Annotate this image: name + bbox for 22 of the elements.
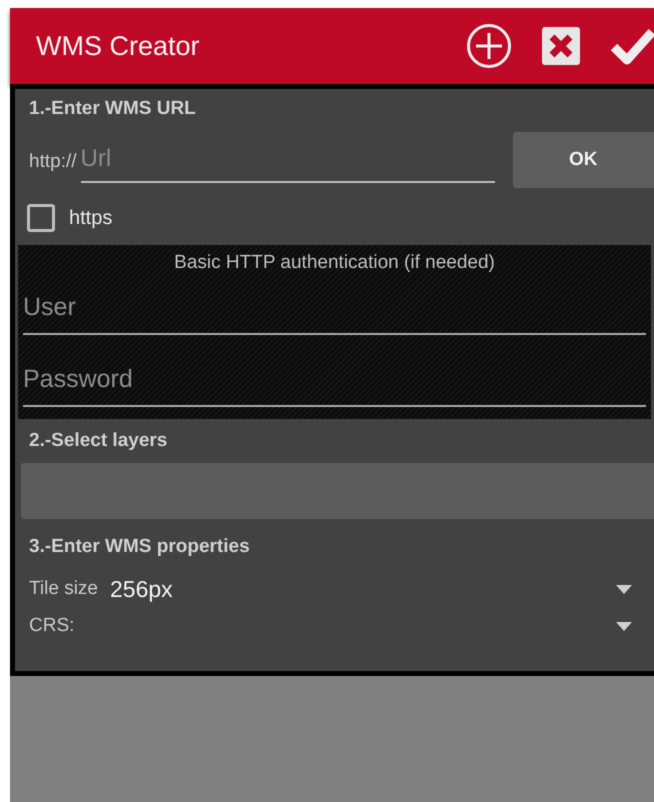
auth-title: Basic HTTP authentication (if needed)	[173, 251, 496, 275]
ok-button[interactable]: OK	[512, 132, 654, 188]
section-title: 2.-Select layers	[28, 429, 168, 453]
check-icon	[611, 27, 654, 65]
dropdown-caret-icon	[616, 622, 632, 630]
plus-circle-icon	[466, 23, 512, 69]
url-prefix: http://	[29, 150, 77, 174]
https-label: https	[69, 206, 112, 231]
tile-size-label: Tile size	[29, 576, 98, 601]
close-icon	[541, 26, 581, 66]
url-field[interactable]: Url	[80, 137, 495, 183]
tile-size-dropdown[interactable]: Tile size 256px	[15, 569, 654, 609]
https-checkbox[interactable]	[27, 204, 55, 232]
tile-size-value: 256px	[110, 574, 174, 604]
crs-dropdown[interactable]: CRS:	[15, 609, 654, 643]
section-title: 3.-Enter WMS properties	[28, 535, 251, 559]
dropdown-caret-icon	[616, 584, 632, 594]
layers-field[interactable]	[21, 463, 654, 519]
add-button[interactable]	[464, 21, 514, 71]
crs-label: CRS:	[29, 614, 76, 638]
app-title: WMS Creator	[36, 30, 201, 63]
section-title: 1.-Enter WMS URL	[28, 97, 197, 121]
